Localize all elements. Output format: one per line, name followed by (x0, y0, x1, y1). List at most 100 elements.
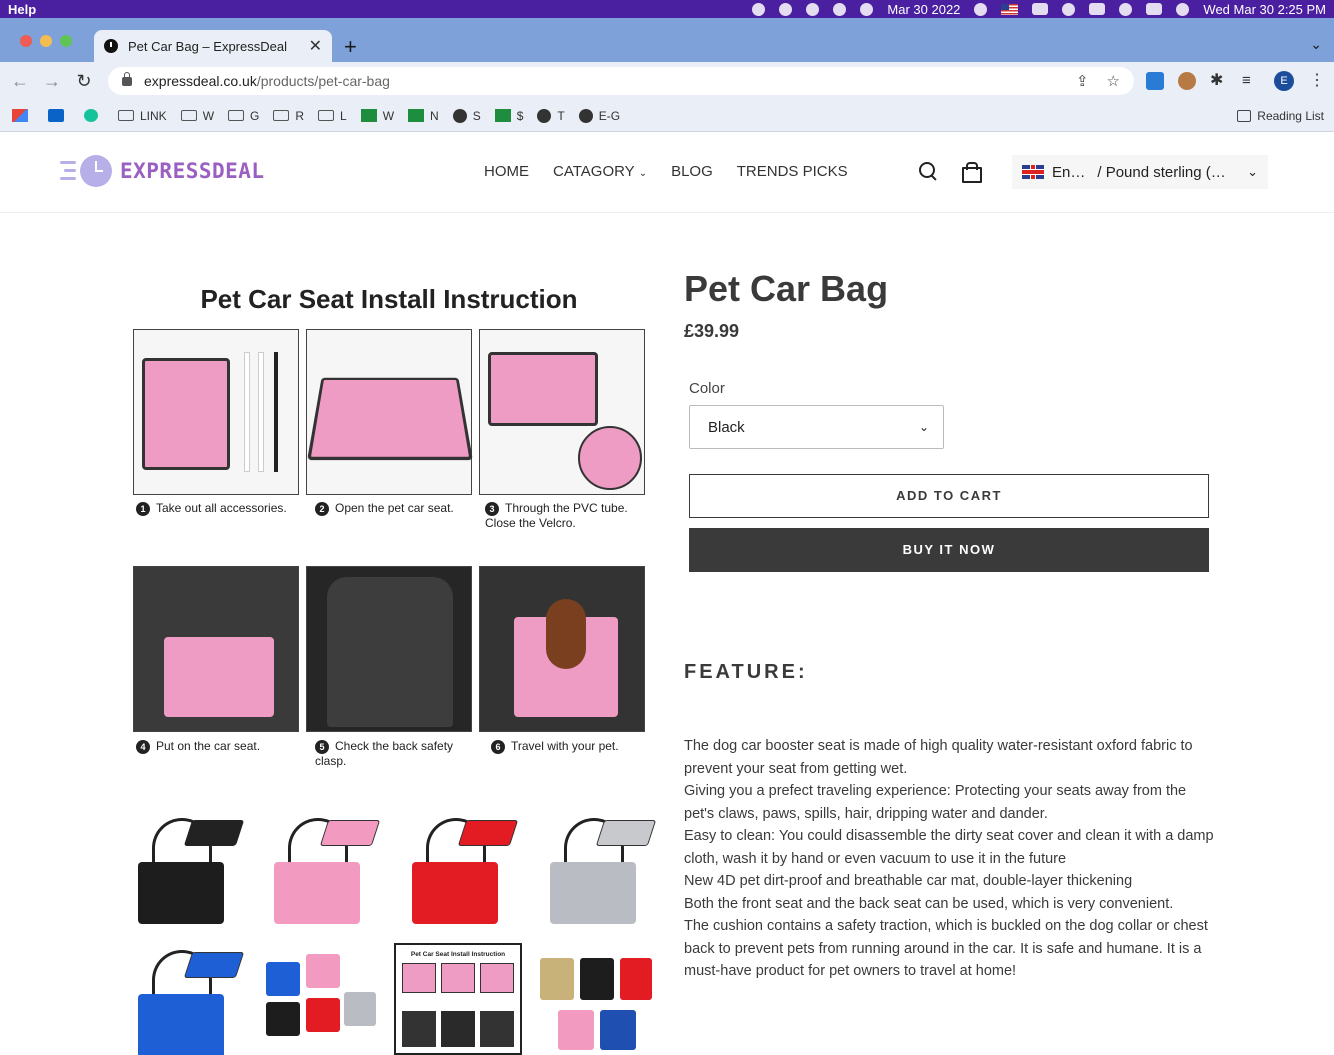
close-window-button[interactable] (20, 35, 32, 47)
time-machine-icon[interactable] (974, 2, 988, 16)
nav-trends-picks[interactable]: TRENDS PICKS (737, 163, 848, 180)
mini-bag-shape (620, 958, 652, 1000)
buy-it-now-button[interactable]: BUY IT NOW (689, 528, 1209, 572)
thumbnail-black[interactable] (122, 812, 246, 932)
thumbnail-with-dogs[interactable] (534, 944, 658, 1055)
mini-panel-shape (441, 963, 475, 993)
bookmark-label: L (340, 108, 347, 123)
close-tab-icon[interactable]: ✕ (309, 36, 322, 56)
product-main-image[interactable]: Pet Car Seat Install Instruction 1 Take o… (123, 266, 655, 798)
color-select-value: Black (708, 418, 745, 436)
owl-extension-icon[interactable] (1178, 72, 1196, 90)
grammarly-bookmark[interactable] (84, 109, 104, 122)
bag-lid-shape (457, 820, 519, 846)
uk-flag-icon (1022, 165, 1044, 179)
gmail-bookmark[interactable] (12, 109, 34, 122)
teamviewer-icon[interactable] (806, 2, 820, 16)
bookmark-sheet-w[interactable]: W (360, 109, 394, 123)
thumbnail-all-colors[interactable] (258, 944, 382, 1055)
step-text: Take out all accessories. (156, 501, 287, 515)
step-number: 3 (485, 502, 499, 516)
browser-tab[interactable]: Pet Car Bag – ExpressDeal ✕ (94, 30, 332, 62)
control-center-icon[interactable] (1146, 3, 1163, 15)
step-text: Open the pet car seat. (335, 501, 454, 515)
us-flag-icon[interactable] (1001, 3, 1019, 15)
strap-shape (274, 352, 278, 472)
dog-shape (546, 599, 586, 669)
thumbnail-red[interactable] (396, 812, 520, 932)
bookmark-label: T (557, 108, 565, 123)
nav-blog[interactable]: BLOG (671, 163, 713, 180)
thumbnail-blue[interactable] (122, 944, 246, 1055)
grammarly-icon (84, 109, 98, 122)
thumbnail-grey[interactable] (534, 812, 658, 932)
nav-catagory-label: CATAGORY (553, 163, 635, 180)
keyboard-icon[interactable] (1089, 3, 1106, 15)
profile-avatar[interactable]: E (1274, 71, 1294, 91)
bookmark-folder-link[interactable]: LINK (118, 109, 167, 123)
mini-bag-shape (558, 1010, 594, 1050)
search-icon[interactable] (918, 161, 938, 181)
menubar-clock[interactable]: Wed Mar 30 2:25 PM (1203, 2, 1326, 17)
battery-icon[interactable] (1032, 3, 1049, 15)
reading-list-icon (1237, 109, 1252, 122)
new-tab-button[interactable]: + (344, 34, 357, 60)
nav-catagory[interactable]: CATAGORY ⌄ (553, 163, 647, 180)
outlook-bookmark[interactable] (48, 109, 70, 122)
bookmark-label: $ (516, 108, 524, 123)
check-icon[interactable] (860, 2, 874, 16)
car-seat-back-shape (327, 577, 453, 727)
bookmark-folder-r[interactable]: R (273, 109, 304, 123)
chevron-down-icon: ⌄ (1247, 164, 1258, 179)
site-logo[interactable]: EXPRESSDEAL (58, 155, 265, 187)
spotlight-icon[interactable] (1119, 2, 1133, 16)
zoom-window-button[interactable] (60, 35, 72, 47)
tab-search-chevron-icon[interactable]: ⌄ (1310, 36, 1322, 53)
wechat-icon[interactable] (752, 2, 766, 16)
color-select[interactable]: Black ⌄ (689, 405, 944, 449)
bookmark-star-icon[interactable]: ☆ (1107, 72, 1120, 90)
browser-menu-icon[interactable]: ⋮ (1308, 72, 1326, 90)
bookmark-globe-s[interactable]: S (452, 108, 481, 123)
share-icon[interactable]: ⇪ (1076, 72, 1089, 90)
reload-icon[interactable]: ↻ (68, 71, 100, 92)
reading-list-button[interactable]: Reading List (1237, 109, 1324, 123)
bookmark-folder-w[interactable]: W (180, 109, 214, 123)
line-icon[interactable] (833, 2, 847, 16)
bag-body-shape (138, 862, 224, 924)
instruction-image-title: Pet Car Seat Install Instruction (200, 284, 578, 314)
lock-icon[interactable] (122, 71, 132, 86)
wifi-icon[interactable] (1062, 2, 1076, 16)
bookmark-sheet-dollar[interactable]: $ (494, 108, 524, 123)
product-title: Pet Car Bag (684, 268, 889, 309)
forward-arrow-icon[interactable]: → (36, 71, 68, 92)
minimize-window-button[interactable] (40, 35, 52, 47)
mini-photo-shape (402, 1011, 436, 1047)
cart-icon[interactable] (960, 161, 982, 183)
bag-body-shape (412, 862, 498, 924)
thumbnail-pink[interactable] (258, 812, 382, 932)
locale-currency-selector[interactable]: En… / Pound sterling (… ⌄ (1012, 155, 1268, 189)
back-arrow-icon[interactable]: ← (4, 71, 36, 92)
help-menu[interactable]: Help (8, 2, 36, 17)
add-to-cart-button[interactable]: ADD TO CART (689, 474, 1209, 518)
bookmark-sheet-n[interactable]: N (408, 109, 439, 123)
nav-home[interactable]: HOME (484, 163, 529, 180)
step-text: Travel with your pet. (511, 739, 619, 753)
address-bar[interactable]: expressdeal.co.uk /products/pet-car-bag … (108, 67, 1134, 95)
thumbnail-instruction-selected[interactable]: Pet Car Seat Install Instruction (394, 943, 522, 1055)
puzzle-extensions-icon[interactable]: ✱ (1210, 72, 1228, 90)
instruction-photo-5 (306, 566, 472, 732)
siri-icon[interactable] (1176, 2, 1190, 16)
bookmark-globe-t[interactable]: T (537, 108, 565, 123)
step-text: Through the PVC tube. Close the Velcro. (485, 501, 628, 530)
download-extension-icon[interactable] (1146, 72, 1164, 90)
media-control-icon[interactable]: ≡ (1242, 72, 1260, 90)
feature-heading: FEATURE: (684, 661, 808, 683)
notification-icon[interactable] (779, 2, 793, 16)
bookmark-folder-l[interactable]: L (318, 109, 347, 123)
globe-icon (452, 108, 467, 123)
bookmark-folder-g[interactable]: G (228, 109, 259, 123)
mini-bag-shape (580, 958, 614, 1000)
bookmark-globe-eg[interactable]: E-G (578, 108, 620, 123)
